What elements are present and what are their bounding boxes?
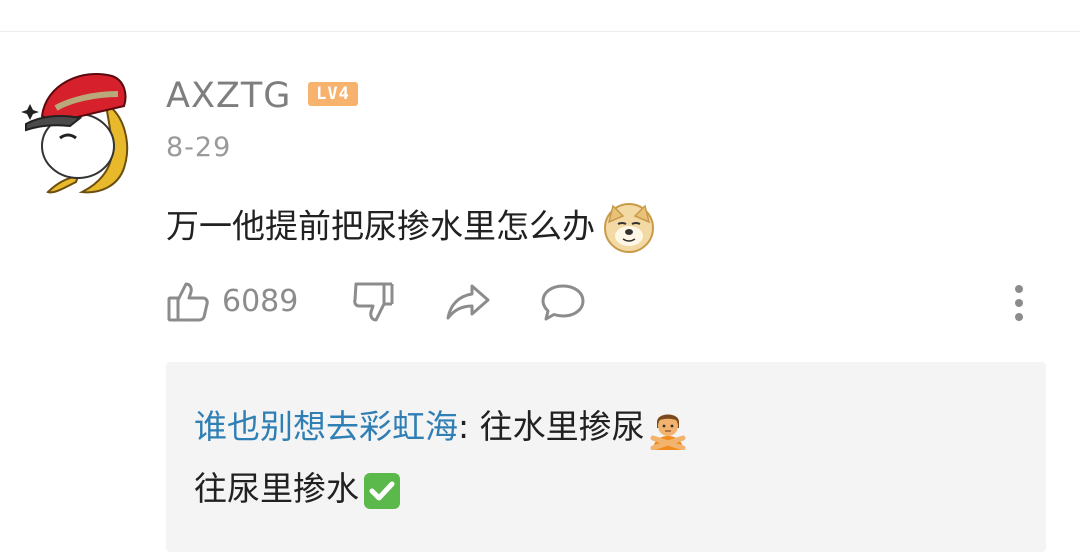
person-gesturing-no-emoji bbox=[650, 414, 686, 450]
reply-separator: : bbox=[458, 407, 480, 446]
comment-text: 万一他提前把尿掺水里怎么办 bbox=[166, 206, 595, 246]
thumbs-down-icon[interactable] bbox=[352, 280, 396, 324]
thumbs-up-icon[interactable] bbox=[166, 280, 210, 324]
reply-preview[interactable]: 谁也别想去彩虹海: 往水里掺尿 往尿里掺水 bbox=[166, 362, 1046, 552]
reply-author[interactable]: 谁也别想去彩虹海 bbox=[194, 407, 458, 446]
share-icon[interactable] bbox=[444, 282, 492, 322]
top-divider bbox=[0, 31, 1080, 32]
more-icon[interactable] bbox=[1008, 282, 1030, 324]
username[interactable]: AXZTG bbox=[166, 74, 291, 118]
like-count: 6089 bbox=[222, 284, 299, 319]
reply-line: 往尿里掺水 bbox=[194, 466, 403, 512]
level-badge: LV4 bbox=[308, 82, 358, 106]
comment-date: 8-29 bbox=[166, 132, 232, 163]
reply-text: 往尿里掺水 bbox=[194, 469, 359, 508]
avatar[interactable] bbox=[20, 64, 138, 198]
reply-line: 谁也别想去彩虹海: 往水里掺尿 bbox=[194, 404, 689, 450]
comment-text-line: 万一他提前把尿掺水里怎么办 bbox=[166, 202, 655, 254]
doge-emoji bbox=[604, 203, 654, 253]
check-mark-button-emoji bbox=[364, 472, 400, 509]
reply-text: 往水里掺尿 bbox=[479, 407, 645, 446]
reply-icon[interactable] bbox=[540, 282, 586, 322]
